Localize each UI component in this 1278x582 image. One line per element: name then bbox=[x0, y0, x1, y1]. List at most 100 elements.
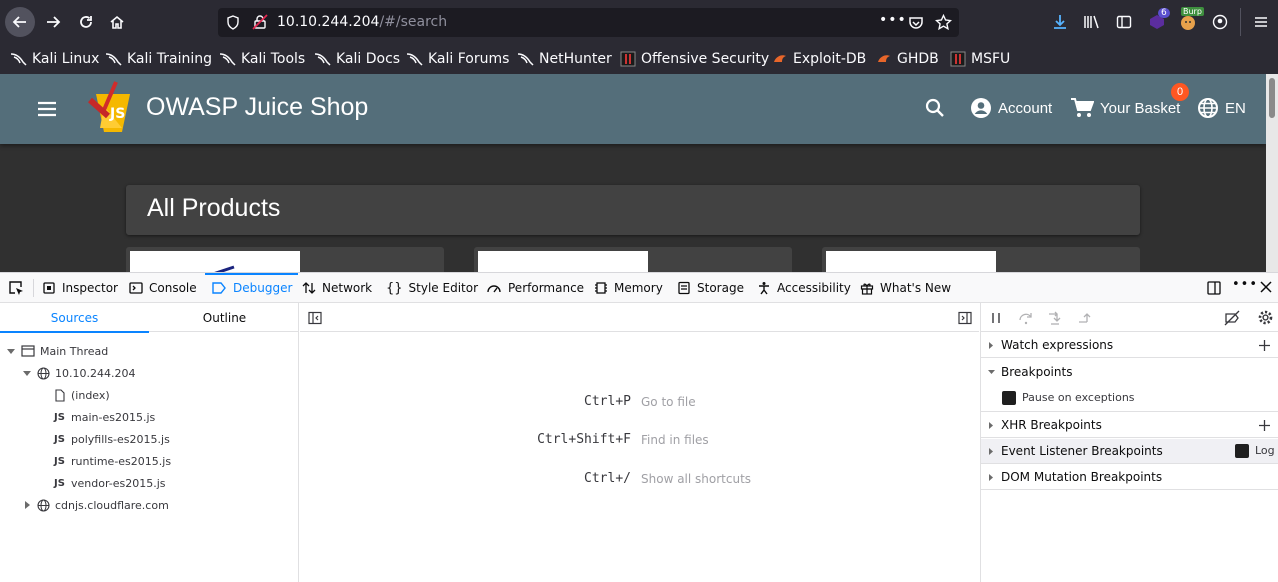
url-bar[interactable]: 10.10.244.204/#/search ••• bbox=[218, 8, 959, 37]
bookmark-kali-forums[interactable]: Kali Forums bbox=[406, 50, 509, 68]
tab-memory[interactable]: Memory bbox=[594, 273, 663, 303]
kali-dragon-icon bbox=[406, 53, 423, 66]
toggle-sources-button[interactable] bbox=[308, 311, 322, 325]
downloads-button[interactable] bbox=[1049, 11, 1071, 33]
shield-icon[interactable] bbox=[226, 15, 240, 30]
tree-file[interactable]: JS main-es2015.js bbox=[54, 406, 155, 428]
step-over-button[interactable] bbox=[1018, 311, 1034, 325]
bookmark-kali-tools[interactable]: Kali Tools bbox=[219, 50, 305, 68]
element-picker-icon bbox=[9, 281, 23, 295]
bookmark-star-icon[interactable] bbox=[935, 14, 952, 31]
tree-file[interactable]: (index) bbox=[54, 384, 110, 406]
app-title[interactable]: OWASP Juice Shop bbox=[146, 93, 368, 122]
tab-sources[interactable]: Sources bbox=[0, 303, 149, 333]
add-icon[interactable] bbox=[1258, 339, 1271, 352]
pocket-icon[interactable] bbox=[908, 15, 924, 31]
side-menu-button[interactable] bbox=[34, 96, 60, 122]
tree-file[interactable]: JS polyfills-es2015.js bbox=[54, 428, 170, 450]
accordion-watch-expressions[interactable]: Watch expressions bbox=[981, 333, 1278, 358]
extension-button[interactable]: 6 bbox=[1146, 8, 1170, 33]
product-image[interactable] bbox=[478, 251, 648, 272]
log-checkbox[interactable] bbox=[1235, 444, 1249, 458]
element-picker-button[interactable] bbox=[8, 280, 24, 296]
bookmark-kali-training[interactable]: Kali Training bbox=[105, 50, 212, 68]
more-options-icon[interactable]: ••• bbox=[1232, 277, 1258, 292]
pause-on-exceptions-row[interactable]: Pause on exceptions bbox=[981, 384, 1278, 412]
tree-file[interactable]: JS vendor-es2015.js bbox=[54, 472, 166, 494]
dock-options-button[interactable] bbox=[1206, 280, 1222, 296]
editor-toolbar bbox=[300, 303, 979, 332]
bookmark-nethunter[interactable]: NetHunter bbox=[517, 50, 612, 68]
bookmark-kali-docs[interactable]: Kali Docs bbox=[314, 50, 400, 68]
reload-button[interactable] bbox=[71, 7, 101, 37]
accordion-event-listener-breakpoints[interactable]: Event Listener Breakpoints Log bbox=[981, 439, 1278, 464]
tab-performance[interactable]: Performance bbox=[486, 273, 584, 303]
home-button[interactable] bbox=[102, 7, 132, 37]
bookmark-offensive-security[interactable]: Offensive Security bbox=[620, 50, 769, 68]
tab-inspector[interactable]: Inspector bbox=[42, 273, 118, 303]
product-card[interactable] bbox=[822, 247, 1140, 272]
bookmark-ghdb[interactable]: GHDB bbox=[876, 50, 939, 68]
juice-shop-logo[interactable]: JS bbox=[86, 80, 140, 136]
extension-badge: 6 bbox=[1158, 8, 1170, 18]
section-title: All Products bbox=[147, 194, 281, 222]
pause-on-exceptions-checkbox[interactable] bbox=[1002, 390, 1016, 405]
page-scrollbar[interactable] bbox=[1266, 74, 1278, 272]
account-button[interactable] bbox=[1209, 11, 1231, 33]
skip-breakpoints-icon bbox=[1224, 310, 1240, 326]
bookmark-msfu[interactable]: MSFU bbox=[950, 50, 1010, 68]
app-menu-button[interactable] bbox=[1250, 11, 1272, 33]
bookmark-exploit-db[interactable]: Exploit-DB bbox=[772, 50, 866, 68]
tree-label: 10.10.244.204 bbox=[55, 366, 136, 380]
insecure-lock-icon[interactable] bbox=[252, 14, 268, 30]
tree-cdn-host[interactable]: cdnjs.cloudflare.com bbox=[22, 494, 169, 516]
tab-label: Performance bbox=[508, 281, 585, 295]
tab-whats-new[interactable]: What's New bbox=[860, 273, 951, 303]
step-out-button[interactable] bbox=[1077, 311, 1093, 325]
basket-button[interactable]: Your Basket bbox=[1070, 97, 1180, 119]
add-icon[interactable] bbox=[1258, 419, 1271, 432]
product-card[interactable] bbox=[474, 247, 792, 272]
close-devtools-button[interactable] bbox=[1259, 280, 1273, 294]
step-in-icon bbox=[1049, 311, 1061, 325]
tab-console[interactable]: Console bbox=[129, 273, 197, 303]
style-editor-icon: {} bbox=[386, 280, 403, 296]
tree-host[interactable]: 10.10.244.204 bbox=[22, 362, 135, 384]
back-button[interactable] bbox=[5, 7, 35, 37]
tab-storage[interactable]: Storage bbox=[677, 273, 744, 303]
tree-main-thread[interactable]: Main Thread bbox=[6, 340, 108, 362]
accordion-dom-mutation-breakpoints[interactable]: DOM Mutation Breakpoints bbox=[981, 465, 1278, 490]
shortcut-go-to-file: Ctrl+P Go to file bbox=[300, 394, 979, 412]
product-image[interactable] bbox=[130, 251, 300, 272]
tab-network[interactable]: Network bbox=[302, 273, 372, 303]
product-card[interactable] bbox=[126, 247, 444, 272]
hamburger-menu-icon bbox=[1255, 17, 1267, 27]
debugger-settings-button[interactable] bbox=[1257, 309, 1274, 326]
tab-accessibility[interactable]: Accessibility bbox=[757, 273, 851, 303]
tab-outline[interactable]: Outline bbox=[150, 303, 299, 332]
accordion-xhr-breakpoints[interactable]: XHR Breakpoints bbox=[981, 413, 1278, 438]
tab-style-editor[interactable]: {} Style Editor bbox=[386, 273, 478, 303]
tree-file[interactable]: JS runtime-es2015.js bbox=[54, 450, 171, 472]
storage-icon bbox=[678, 281, 690, 295]
toggle-secondary-pane-button[interactable] bbox=[958, 311, 972, 325]
step-in-button[interactable] bbox=[1047, 311, 1063, 325]
page-scrollbar-thumb[interactable] bbox=[1269, 78, 1275, 118]
bookmark-kali-linux[interactable]: Kali Linux bbox=[10, 50, 99, 68]
page-actions-menu-icon[interactable]: ••• bbox=[879, 12, 907, 28]
forward-button[interactable] bbox=[38, 7, 68, 37]
language-button[interactable]: EN bbox=[1197, 97, 1246, 119]
skip-breakpoints-button[interactable] bbox=[1224, 310, 1240, 326]
pause-button[interactable] bbox=[989, 311, 1003, 325]
accordion-breakpoints[interactable]: Breakpoints bbox=[981, 359, 1278, 384]
account-menu-button[interactable]: Account bbox=[970, 97, 1052, 119]
library-button[interactable] bbox=[1081, 11, 1103, 33]
burp-proxy-button[interactable]: Burp bbox=[1177, 7, 1204, 33]
basket-label: Your Basket bbox=[1100, 99, 1181, 117]
url-text[interactable]: 10.10.244.204/#/search bbox=[277, 14, 447, 30]
tab-debugger[interactable]: Debugger bbox=[204, 273, 299, 303]
product-image[interactable] bbox=[826, 251, 996, 272]
sidebar-button[interactable] bbox=[1113, 11, 1135, 33]
search-button[interactable] bbox=[924, 97, 946, 119]
tab-label: Console bbox=[149, 281, 197, 295]
